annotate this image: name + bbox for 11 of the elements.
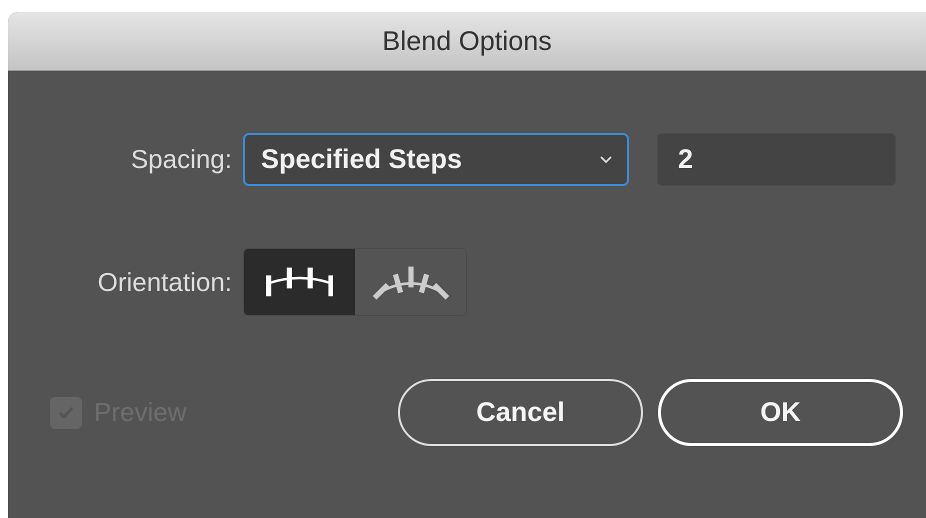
blend-steps-icon	[372, 264, 450, 300]
steps-field[interactable]: 2	[657, 133, 896, 186]
spacing-dropdown[interactable]: Specified Steps	[243, 133, 629, 186]
orientation-label: Orientation:	[96, 266, 232, 298]
window-title: Blend Options	[382, 26, 552, 56]
cancel-button[interactable]: Cancel	[398, 379, 643, 446]
caret-icon	[599, 155, 613, 164]
orientation-option[interactable]	[244, 249, 355, 315]
blend-steps-icon	[266, 265, 334, 299]
ok-button[interactable]: OK	[658, 379, 903, 446]
spacing-label: Spacing:	[130, 144, 232, 175]
